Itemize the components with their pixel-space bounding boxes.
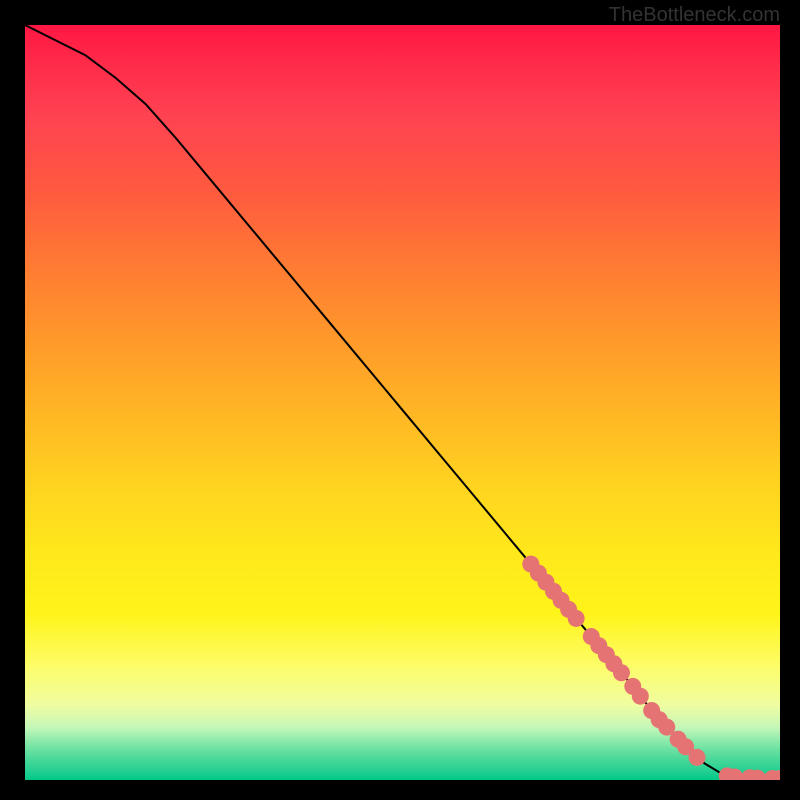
data-marker <box>632 688 649 705</box>
curve-line <box>25 25 780 778</box>
watermark-text: TheBottleneck.com <box>609 4 780 27</box>
plot-area <box>25 25 780 780</box>
data-marker <box>688 749 705 766</box>
data-marker <box>568 610 585 627</box>
data-markers <box>522 556 780 780</box>
data-marker <box>613 664 630 681</box>
chart-svg <box>25 25 780 780</box>
